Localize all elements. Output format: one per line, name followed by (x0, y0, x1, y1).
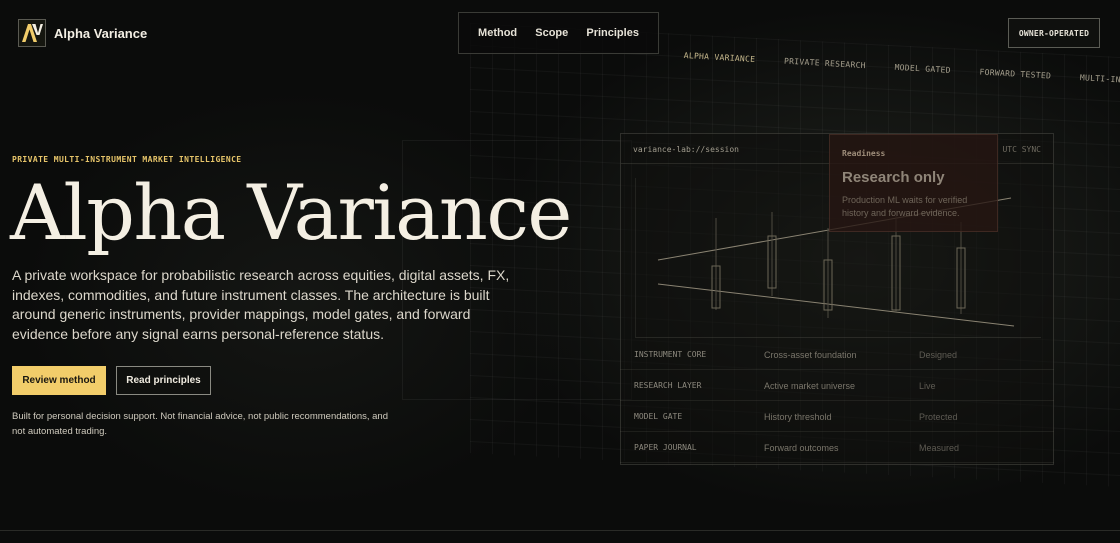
disclaimer: Built for personal decision support. Not… (12, 411, 388, 437)
table-row: RESEARCH LAYER Active market universe Li… (620, 370, 1054, 401)
readiness-body: Production ML waits for verified history… (842, 195, 968, 218)
row-status: Protected (919, 412, 958, 422)
nav-method[interactable]: Method (478, 27, 517, 39)
hero-eyebrow: PRIVATE MULTI-INSTRUMENT MARKET INTELLIG… (12, 155, 242, 164)
ticker-item: MODEL GATED (894, 62, 952, 75)
session-label: variance-lab://session (633, 145, 739, 154)
nav-scope[interactable]: Scope (535, 27, 568, 39)
bottom-divider (0, 530, 1120, 531)
row-desc: Forward outcomes (764, 443, 839, 453)
logo[interactable] (18, 19, 46, 47)
utc-sync-label: UTC SYNC (1002, 145, 1041, 154)
readiness-title: Research only (842, 169, 945, 186)
review-method-button[interactable]: Review method (12, 366, 106, 395)
row-key: RESEARCH LAYER (634, 381, 702, 390)
ticker-item: FORWARD TESTED (979, 67, 1052, 81)
row-status: Designed (919, 350, 958, 360)
row-desc: Cross-asset foundation (764, 350, 857, 360)
row-key: PAPER JOURNAL (634, 443, 697, 452)
row-status: Live (919, 381, 936, 391)
status-table: INSTRUMENT CORE Cross-asset foundation D… (620, 339, 1054, 463)
readiness-card: Readiness Research only Production ML wa… (829, 134, 998, 232)
hero-description: A private workspace for probabilistic re… (12, 267, 510, 342)
row-desc: Active market universe (764, 381, 856, 391)
main-nav: Method Scope Principles (458, 12, 659, 54)
table-row: INSTRUMENT CORE Cross-asset foundation D… (620, 339, 1054, 370)
av-logo-icon (22, 24, 43, 42)
readiness-label: Readiness (842, 149, 886, 158)
nav-principles[interactable]: Principles (586, 27, 639, 39)
brand-name[interactable]: Alpha Variance (54, 26, 147, 41)
table-row: MODEL GATE History threshold Protected (620, 401, 1054, 432)
row-key: MODEL GATE (634, 412, 683, 421)
hero-title: Alpha Variance (10, 168, 572, 257)
row-key: INSTRUMENT CORE (634, 350, 707, 359)
ticker-item: PRIVATE RESEARCH (783, 56, 867, 71)
read-principles-button[interactable]: Read principles (116, 366, 211, 395)
ticker-item: MULTI-INSTRUMENT (1079, 73, 1120, 87)
owner-operated-badge[interactable]: OWNER-OPERATED (1008, 18, 1100, 48)
ticker-strip: ALPHA VARIANCE PRIVATE RESEARCH MODEL GA… (682, 51, 1120, 117)
row-status: Measured (919, 443, 960, 453)
ticker-item: ALPHA VARIANCE (683, 51, 756, 64)
table-row: PAPER JOURNAL Forward outcomes Measured (620, 432, 1054, 463)
row-desc: History threshold (764, 412, 832, 422)
